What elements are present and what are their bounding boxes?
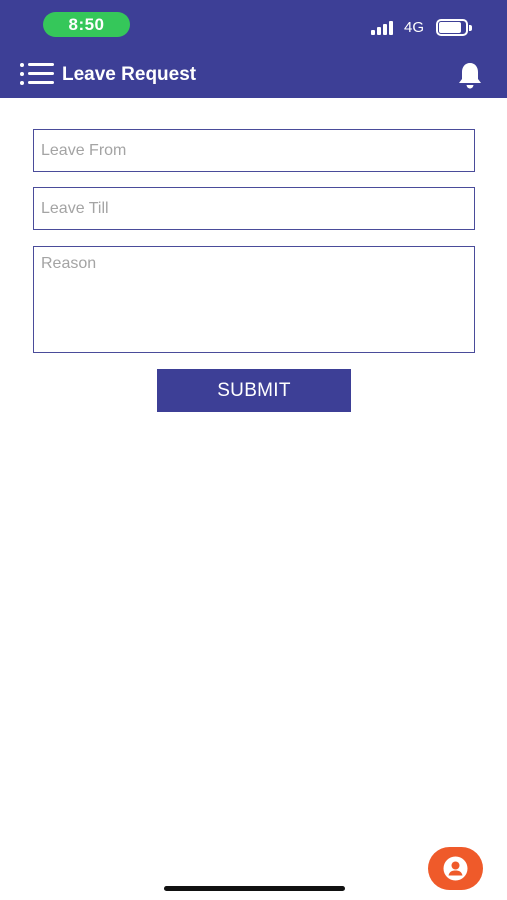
leave-request-screen: 8:50 4G Leave Request Leave From Leave T… xyxy=(0,0,507,900)
profile-fab-button[interactable] xyxy=(428,847,483,890)
reason-textarea[interactable] xyxy=(33,246,475,353)
bell-icon[interactable] xyxy=(455,60,485,90)
signal-icon xyxy=(371,21,397,35)
leave-from-input[interactable] xyxy=(33,129,475,172)
battery-icon xyxy=(436,19,472,36)
home-indicator[interactable] xyxy=(164,886,345,891)
app-bar: Leave Request xyxy=(0,50,507,98)
leave-till-input[interactable] xyxy=(33,187,475,230)
network-type: 4G xyxy=(404,19,425,36)
header: 8:50 4G Leave Request xyxy=(0,0,507,98)
submit-button[interactable]: SUBMIT xyxy=(157,369,351,412)
status-time: 8:50 xyxy=(43,12,130,37)
status-bar: 8:50 4G xyxy=(0,0,507,50)
page-title: Leave Request xyxy=(62,64,197,85)
user-icon xyxy=(443,856,468,881)
menu-icon[interactable] xyxy=(20,63,54,85)
